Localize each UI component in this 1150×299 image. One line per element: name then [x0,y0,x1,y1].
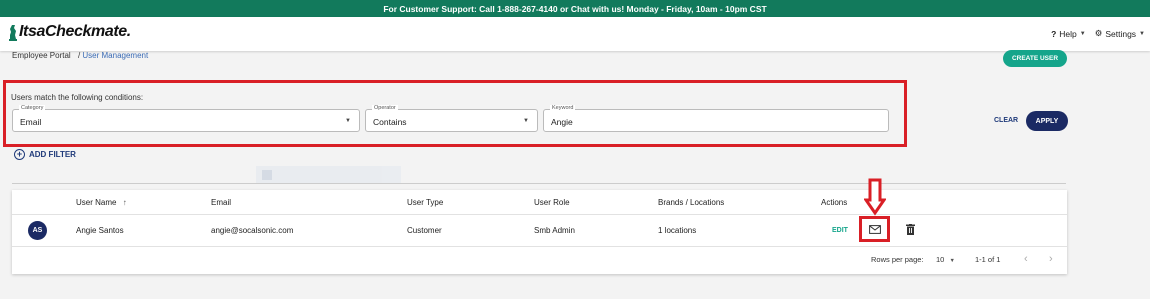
keyword-value: Angie [551,117,573,127]
column-header-email[interactable]: Email [211,198,231,207]
rows-per-page-select[interactable]: 10 ▼ [936,255,955,264]
top-navbar: ItsaCheckmate. ? Help ▼ ⚙ Settings ▼ [0,17,1150,51]
column-header-user-name[interactable]: User Name ↑ [76,198,127,207]
clear-button[interactable]: CLEAR [994,117,1018,124]
category-select[interactable]: Category Email ▼ [12,105,360,132]
operator-label: Operator [372,105,398,111]
chess-piece-icon [7,23,19,41]
settings-menu[interactable]: ⚙ Settings ▼ [1095,28,1145,39]
top-right-menu: ? Help ▼ ⚙ Settings ▼ [1051,28,1145,39]
apply-button[interactable]: APPLY [1026,111,1068,131]
chevron-down-icon: ▼ [949,258,955,264]
breadcrumb-separator: / [77,51,81,60]
add-filter-button[interactable]: + ADD FILTER [14,149,76,160]
plus-circle-icon: + [14,149,25,160]
help-icon: ? [1051,28,1057,39]
operator-value: Contains [373,117,407,127]
chevron-left-icon[interactable]: ‹ [1024,253,1028,265]
mail-icon [868,224,881,234]
column-header-user-type[interactable]: User Type [407,198,443,207]
logo-text: ItsaCheckmate. [19,23,131,40]
cell-locations: 1 locations [658,226,697,235]
create-user-button[interactable]: CREATE USER [1003,50,1067,67]
rows-per-page-label: Rows per page: [871,255,924,264]
logo[interactable]: ItsaCheckmate. [7,23,131,41]
category-value: Email [20,117,42,127]
settings-label: Settings [1105,28,1137,39]
chevron-down-icon: ▼ [1079,30,1086,37]
edit-button[interactable]: EDIT [832,227,848,234]
send-email-button[interactable] [859,216,890,242]
cell-email: angie@socalsonic.com [211,226,294,235]
keyword-input[interactable]: Keyword Angie [543,105,889,132]
rows-per-page-value: 10 [936,255,945,264]
pagination-range: 1-1 of 1 [975,255,1001,264]
sort-up-icon[interactable]: ↑ [123,198,127,207]
chevron-down-icon: ▼ [1139,30,1145,37]
avatar: AS [28,221,47,240]
category-label: Category [19,105,46,111]
column-header-brands-locations[interactable]: Brands / Locations [658,198,724,207]
chevron-right-icon[interactable]: › [1049,253,1053,265]
add-filter-label: ADD FILTER [29,150,76,159]
breadcrumb: Employee Portal / User Management [12,51,148,60]
cell-user-role: Smb Admin [534,226,575,235]
gear-icon: ⚙ [1094,28,1103,38]
divider [12,183,1066,184]
support-banner: For Customer Support: Call 1-888-267-414… [0,0,1150,17]
cell-user-name: Angie Santos [76,226,124,235]
help-label: Help [1059,28,1077,39]
breadcrumb-root[interactable]: Employee Portal [12,51,71,60]
chevron-down-icon: ▼ [345,118,351,124]
column-header-user-role[interactable]: User Role [534,198,570,207]
users-table: User Name ↑ Email User Type User Role Br… [12,190,1067,274]
filter-title: Users match the following conditions: [11,93,144,102]
cell-user-type: Customer [407,226,442,235]
help-menu[interactable]: ? Help ▼ [1051,29,1086,39]
trash-icon[interactable] [906,224,915,235]
row-divider [12,214,1067,215]
breadcrumb-current[interactable]: User Management [82,51,148,60]
column-header-actions: Actions [821,198,848,207]
red-down-arrow [864,178,886,216]
keyword-label: Keyword [550,105,576,111]
chevron-down-icon: ▼ [523,118,529,124]
drag-ghost [256,166,401,183]
operator-select[interactable]: Operator Contains ▼ [365,105,538,132]
row-divider [12,246,1067,247]
